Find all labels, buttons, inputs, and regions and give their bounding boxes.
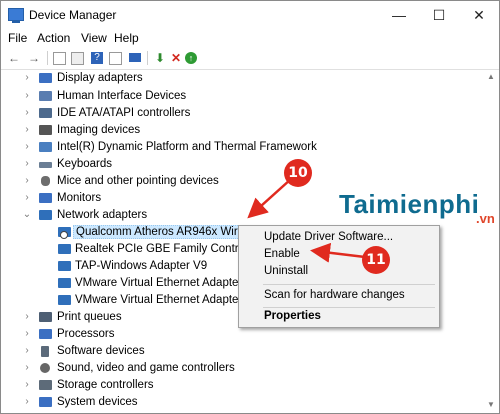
annotation-arrows	[247, 178, 366, 263]
device-manager-window: Device Manager — ☐ ✕ File Action View He…	[0, 0, 500, 414]
arrow-to-adapter	[247, 178, 292, 219]
step-badge-11: 11	[362, 246, 390, 274]
step-badge-10: 10	[284, 159, 312, 187]
arrow-to-enable	[310, 242, 366, 263]
